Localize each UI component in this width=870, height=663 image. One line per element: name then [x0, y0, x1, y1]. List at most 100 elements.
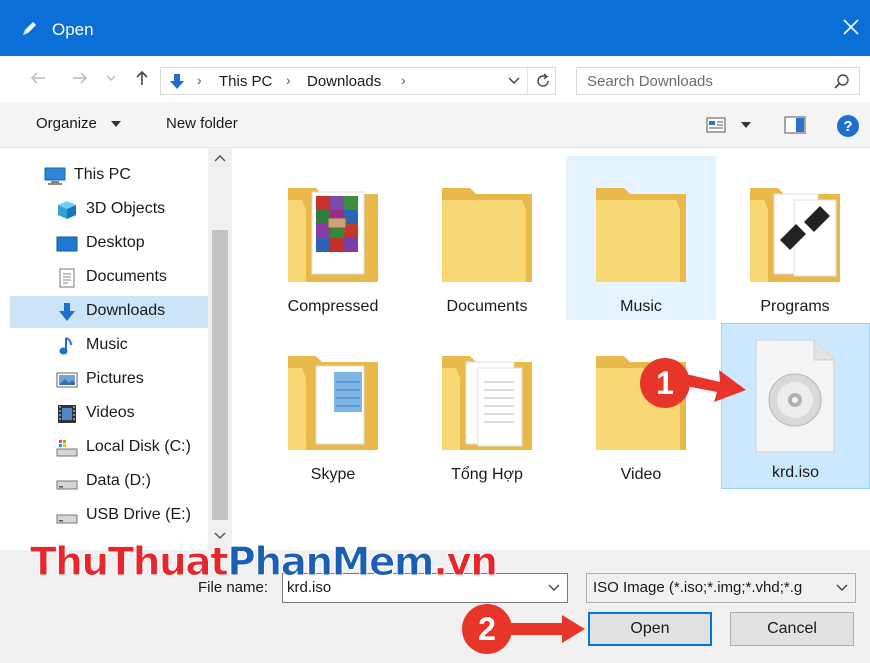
arrow-right-icon [686, 370, 746, 402]
search-input[interactable]: Search Downloads [576, 67, 860, 95]
folder-icon [288, 188, 378, 282]
nav-item-this-pc[interactable]: This PC [10, 160, 208, 192]
preview-pane-icon[interactable] [784, 116, 806, 134]
chevron-down-icon[interactable] [547, 583, 561, 593]
scrollbar-thumb[interactable] [212, 230, 228, 520]
nav-item-downloads[interactable]: Downloads [10, 296, 208, 328]
nav-item-label: Data (D:) [86, 472, 151, 489]
navigation-pane: This PC 3D Objects Desktop Documents Dow… [0, 148, 232, 550]
search-icon[interactable] [833, 73, 851, 91]
step-2-callout: 2 [462, 604, 590, 656]
folder-icon [288, 356, 378, 450]
folder-icon [596, 188, 686, 282]
file-item-skype[interactable]: Skype [258, 324, 408, 488]
file-item-name: Tổng Hợp [451, 466, 523, 483]
forward-arrow-icon[interactable] [70, 68, 90, 88]
file-item-documents[interactable]: Documents [412, 156, 562, 320]
download-icon [170, 74, 184, 89]
nav-item-usb-drive-e[interactable]: USB Drive (E:) [10, 500, 208, 532]
close-icon[interactable] [840, 16, 862, 38]
step-1-callout: 1 [640, 358, 752, 414]
nav-item-label: Pictures [86, 370, 144, 387]
music-icon [59, 337, 72, 355]
nav-item-label: 3D Objects [86, 200, 166, 217]
command-bar: Organize New folder ? [0, 102, 870, 148]
recent-chevron-down-icon[interactable] [104, 68, 118, 88]
address-bar[interactable]: › This PC › Downloads › [160, 67, 556, 95]
desktop-icon [56, 236, 78, 252]
nav-scrollbar[interactable] [208, 148, 232, 550]
scroll-up-icon[interactable] [214, 154, 226, 162]
drive-icon [56, 480, 78, 490]
downloads-icon [59, 303, 75, 321]
back-arrow-icon[interactable] [28, 68, 48, 88]
disc-image-icon [755, 339, 835, 453]
file-item-music[interactable]: Music [566, 156, 716, 320]
scroll-down-icon[interactable] [214, 532, 226, 540]
nav-item-desktop[interactable]: Desktop [10, 228, 208, 260]
up-arrow-icon[interactable] [132, 68, 152, 88]
documents-icon [59, 268, 75, 288]
refresh-icon [537, 73, 549, 87]
nav-item-pictures[interactable]: Pictures [10, 364, 208, 396]
file-item-name: Music [620, 298, 662, 315]
pictures-icon [56, 372, 78, 388]
cancel-button[interactable]: Cancel [730, 612, 854, 646]
watermark-part1: ThuThuat [29, 540, 229, 586]
organize-button[interactable]: Organize [36, 115, 97, 132]
file-list: Compressed Documents Music Programs Skyp… [232, 148, 870, 550]
file-item-programs[interactable]: Programs [720, 156, 870, 320]
nav-item-label: Desktop [86, 234, 145, 251]
breadcrumb-this-pc[interactable]: This PC [219, 73, 272, 90]
videos-icon [58, 405, 76, 423]
file-item-name: Compressed [287, 298, 379, 315]
chevron-down-icon[interactable] [835, 583, 849, 593]
nav-item-music[interactable]: Music [10, 330, 208, 362]
caret-down-icon[interactable] [110, 120, 122, 128]
nav-item-label: Downloads [86, 302, 166, 319]
computer-icon [44, 167, 66, 185]
step-1-badge: 1 [640, 358, 690, 408]
pen-icon [23, 22, 36, 35]
nav-item-label: Local Disk (C:) [86, 438, 191, 455]
file-item-name: Documents [446, 298, 528, 315]
new-folder-button[interactable]: New folder [166, 115, 238, 132]
breadcrumb-separator: › [197, 72, 202, 88]
address-row: › This PC › Downloads › Search Downloads [0, 56, 870, 102]
file-item-name: Programs [760, 298, 830, 315]
refresh-button[interactable] [527, 68, 557, 94]
search-placeholder: Search Downloads [587, 73, 713, 90]
file-item-name: krd.iso [771, 464, 820, 481]
file-type-value: ISO Image (*.iso;*.img;*.vhd;*.g [593, 579, 803, 596]
3d-objects-icon [58, 201, 76, 219]
file-item-tong-hop[interactable]: Tổng Hợp [412, 324, 562, 488]
file-item-compressed[interactable]: Compressed [258, 156, 408, 320]
folder-icon [442, 188, 532, 282]
nav-item-documents[interactable]: Documents [10, 262, 208, 294]
open-button[interactable]: Open [588, 612, 712, 646]
help-icon[interactable]: ? [836, 114, 860, 138]
file-type-select[interactable]: ISO Image (*.iso;*.img;*.vhd;*.g [586, 573, 856, 603]
arrow-right-icon [510, 615, 585, 643]
nav-item-local-disk-c[interactable]: Local Disk (C:) [10, 432, 208, 464]
watermark-part2: PhanMem [227, 540, 435, 586]
view-caret-down-icon[interactable] [740, 121, 752, 129]
svg-text:?: ? [843, 118, 852, 135]
breadcrumb-downloads[interactable]: Downloads [307, 73, 381, 90]
watermark: ThuThuatPhanMem.vn [29, 540, 499, 590]
nav-item-label: This PC [74, 166, 131, 183]
view-icon[interactable] [706, 117, 726, 133]
watermark-part3: .vn [433, 540, 499, 586]
nav-item-data-d[interactable]: Data (D:) [10, 466, 208, 498]
nav-item-label: Documents [86, 268, 167, 285]
nav-item-3d-objects[interactable]: 3D Objects [10, 194, 208, 226]
folder-icon [442, 356, 532, 450]
window-title: Open [52, 20, 94, 39]
file-item-name: Video [620, 466, 662, 483]
nav-item-videos[interactable]: Videos [10, 398, 208, 430]
step-2-badge: 2 [462, 604, 512, 654]
breadcrumb-separator: › [286, 72, 291, 88]
nav-item-label: Videos [86, 404, 135, 421]
chevron-down-icon[interactable] [507, 76, 521, 86]
file-item-name: Skype [310, 466, 356, 483]
